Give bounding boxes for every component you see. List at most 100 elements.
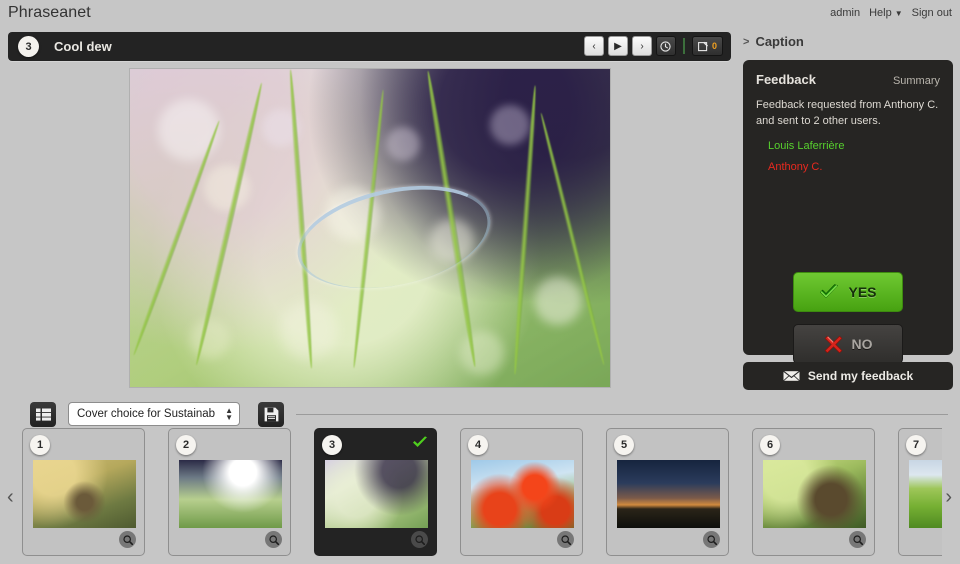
username-label: admin (830, 7, 861, 19)
thumbnail-image (179, 460, 282, 528)
bokeh-circle (385, 126, 420, 161)
cross-icon (824, 335, 842, 353)
thumbnail-image (471, 460, 574, 528)
chevron-right-icon: > (743, 35, 750, 48)
thumbnail-item[interactable]: 2 (168, 428, 291, 556)
play-slideshow-button[interactable]: ▶ (607, 36, 628, 56)
check-icon (413, 436, 427, 447)
magnifier-icon-glyph (122, 534, 133, 545)
account-menu: admin Help ▼ Sign out (830, 7, 952, 19)
list-view-icon[interactable] (30, 402, 56, 427)
bokeh-circle (189, 318, 230, 359)
strip-next-arrow[interactable]: › (945, 486, 952, 509)
magnifier-icon[interactable] (849, 531, 866, 548)
thumbnail-item[interactable]: 6 (752, 428, 875, 556)
thumbnail-item[interactable]: 1 (22, 428, 145, 556)
viewer-column: 3 Cool dew ‹ ▶ › 0 (0, 28, 735, 396)
main-body: 3 Cool dew ‹ ▶ › 0 > Caption Feedback Su… (0, 28, 960, 396)
feedback-header: Feedback Summary (756, 72, 940, 87)
help-label: Help (869, 7, 892, 19)
magnifier-icon[interactable] (557, 531, 574, 548)
thumbnail-image (33, 460, 136, 528)
envelope-icon (782, 370, 800, 382)
strip-toolbar: Cover choice for Sustainab ▲ ▼ (0, 396, 960, 432)
vote-yes-label: YES (848, 284, 877, 300)
record-title: Cool dew (54, 39, 112, 54)
thumbnail-number: 4 (468, 435, 488, 455)
magnifier-icon-glyph (706, 534, 717, 545)
thumbnail-strip: ‹ › 1 2 3 4 5 6 7 (0, 428, 960, 564)
caption-column: > Caption Feedback Summary Feedback requ… (735, 28, 960, 396)
feedback-description: Feedback requested from Anthony C. and s… (756, 99, 939, 127)
cover-choice-value: Cover choice for Sustainab (77, 408, 216, 420)
thumbnail-item[interactable]: 4 (460, 428, 583, 556)
bokeh-circle (157, 98, 220, 161)
thumbnail-list: 1 2 3 4 5 6 7 (22, 428, 942, 562)
previous-record-button[interactable]: ‹ (583, 36, 604, 56)
thumbnail-number: 5 (614, 435, 634, 455)
thumbnail-number: 3 (322, 435, 342, 455)
strip-prev-arrow[interactable]: ‹ (7, 486, 14, 509)
list-view-icon-glyph (35, 408, 51, 421)
edit-icon-glyph (698, 41, 708, 51)
thumbnail-number: 7 (906, 435, 926, 455)
vote-no-label: NO (851, 336, 873, 352)
check-icon (820, 284, 839, 298)
send-feedback-label: Send my feedback (807, 369, 914, 383)
magnifier-icon[interactable] (119, 531, 136, 548)
caption-toggle[interactable]: > Caption (743, 34, 804, 49)
caption-label: Caption (755, 34, 804, 49)
magnifier-icon-glyph (852, 534, 863, 545)
record-preview-image[interactable] (128, 67, 611, 388)
bokeh-circle (459, 330, 504, 375)
thumbnail-item[interactable]: 7 (898, 428, 942, 556)
send-feedback-button[interactable]: Send my feedback (743, 362, 953, 390)
help-menu[interactable]: Help ▼ (869, 7, 903, 19)
list-item: Anthony C. (768, 161, 823, 173)
magnifier-icon-glyph (268, 534, 279, 545)
viewer-header: 3 Cool dew ‹ ▶ › 0 (8, 32, 731, 61)
edit-count-badge: 0 (711, 41, 717, 51)
magnifier-icon[interactable] (411, 531, 428, 548)
magnifier-icon-glyph (414, 534, 425, 545)
thumbnail-number: 1 (30, 435, 50, 455)
viewer-toolbar: ‹ ▶ › 0 (583, 36, 723, 56)
thumbnail-image (763, 460, 866, 528)
clock-icon-glyph (660, 40, 672, 52)
feedback-user-list: Louis Laferrière Anthony C. (756, 136, 940, 178)
chevron-down-icon: ▼ (894, 9, 903, 18)
vote-yes-button[interactable]: YES (793, 272, 903, 312)
clock-icon[interactable] (655, 36, 676, 56)
magnifier-icon[interactable] (703, 531, 720, 548)
toolbar-divider-line (296, 414, 948, 415)
feedback-vote-actions: YES NO (793, 272, 903, 364)
top-bar: Phraseanet admin Help ▼ Sign out (0, 0, 960, 28)
save-disk-icon-glyph (264, 407, 278, 422)
thumbnail-image (617, 460, 720, 528)
save-disk-icon[interactable] (258, 402, 284, 427)
next-record-button[interactable]: › (631, 36, 652, 56)
toolbar-divider (682, 38, 685, 54)
record-number-badge: 3 (18, 36, 39, 57)
feedback-title: Feedback (756, 72, 816, 87)
image-stage (8, 65, 731, 390)
feedback-panel: Feedback Summary Feedback requested from… (743, 60, 953, 364)
list-item: Louis Laferrière (768, 140, 845, 152)
thumbnail-number: 2 (176, 435, 196, 455)
thumbnail-item[interactable]: 3 (314, 428, 437, 556)
sign-out-link[interactable]: Sign out (912, 7, 952, 19)
bokeh-circle (489, 104, 530, 145)
edit-icon[interactable]: 0 (691, 36, 723, 56)
vote-no-button[interactable]: NO (793, 324, 903, 364)
thumbnail-item[interactable]: 5 (606, 428, 729, 556)
thumbnail-image (909, 460, 942, 528)
bokeh-circle (533, 276, 582, 325)
stepper-arrows-icon: ▲ ▼ (225, 406, 233, 422)
app-brand: Phraseanet (8, 4, 91, 21)
cover-choice-select[interactable]: Cover choice for Sustainab ▲ ▼ (68, 402, 240, 426)
magnifier-icon-glyph (560, 534, 571, 545)
thumbnail-number: 6 (760, 435, 780, 455)
thumbnail-image (325, 460, 428, 528)
magnifier-icon[interactable] (265, 531, 282, 548)
feedback-summary-link[interactable]: Summary (893, 75, 940, 87)
